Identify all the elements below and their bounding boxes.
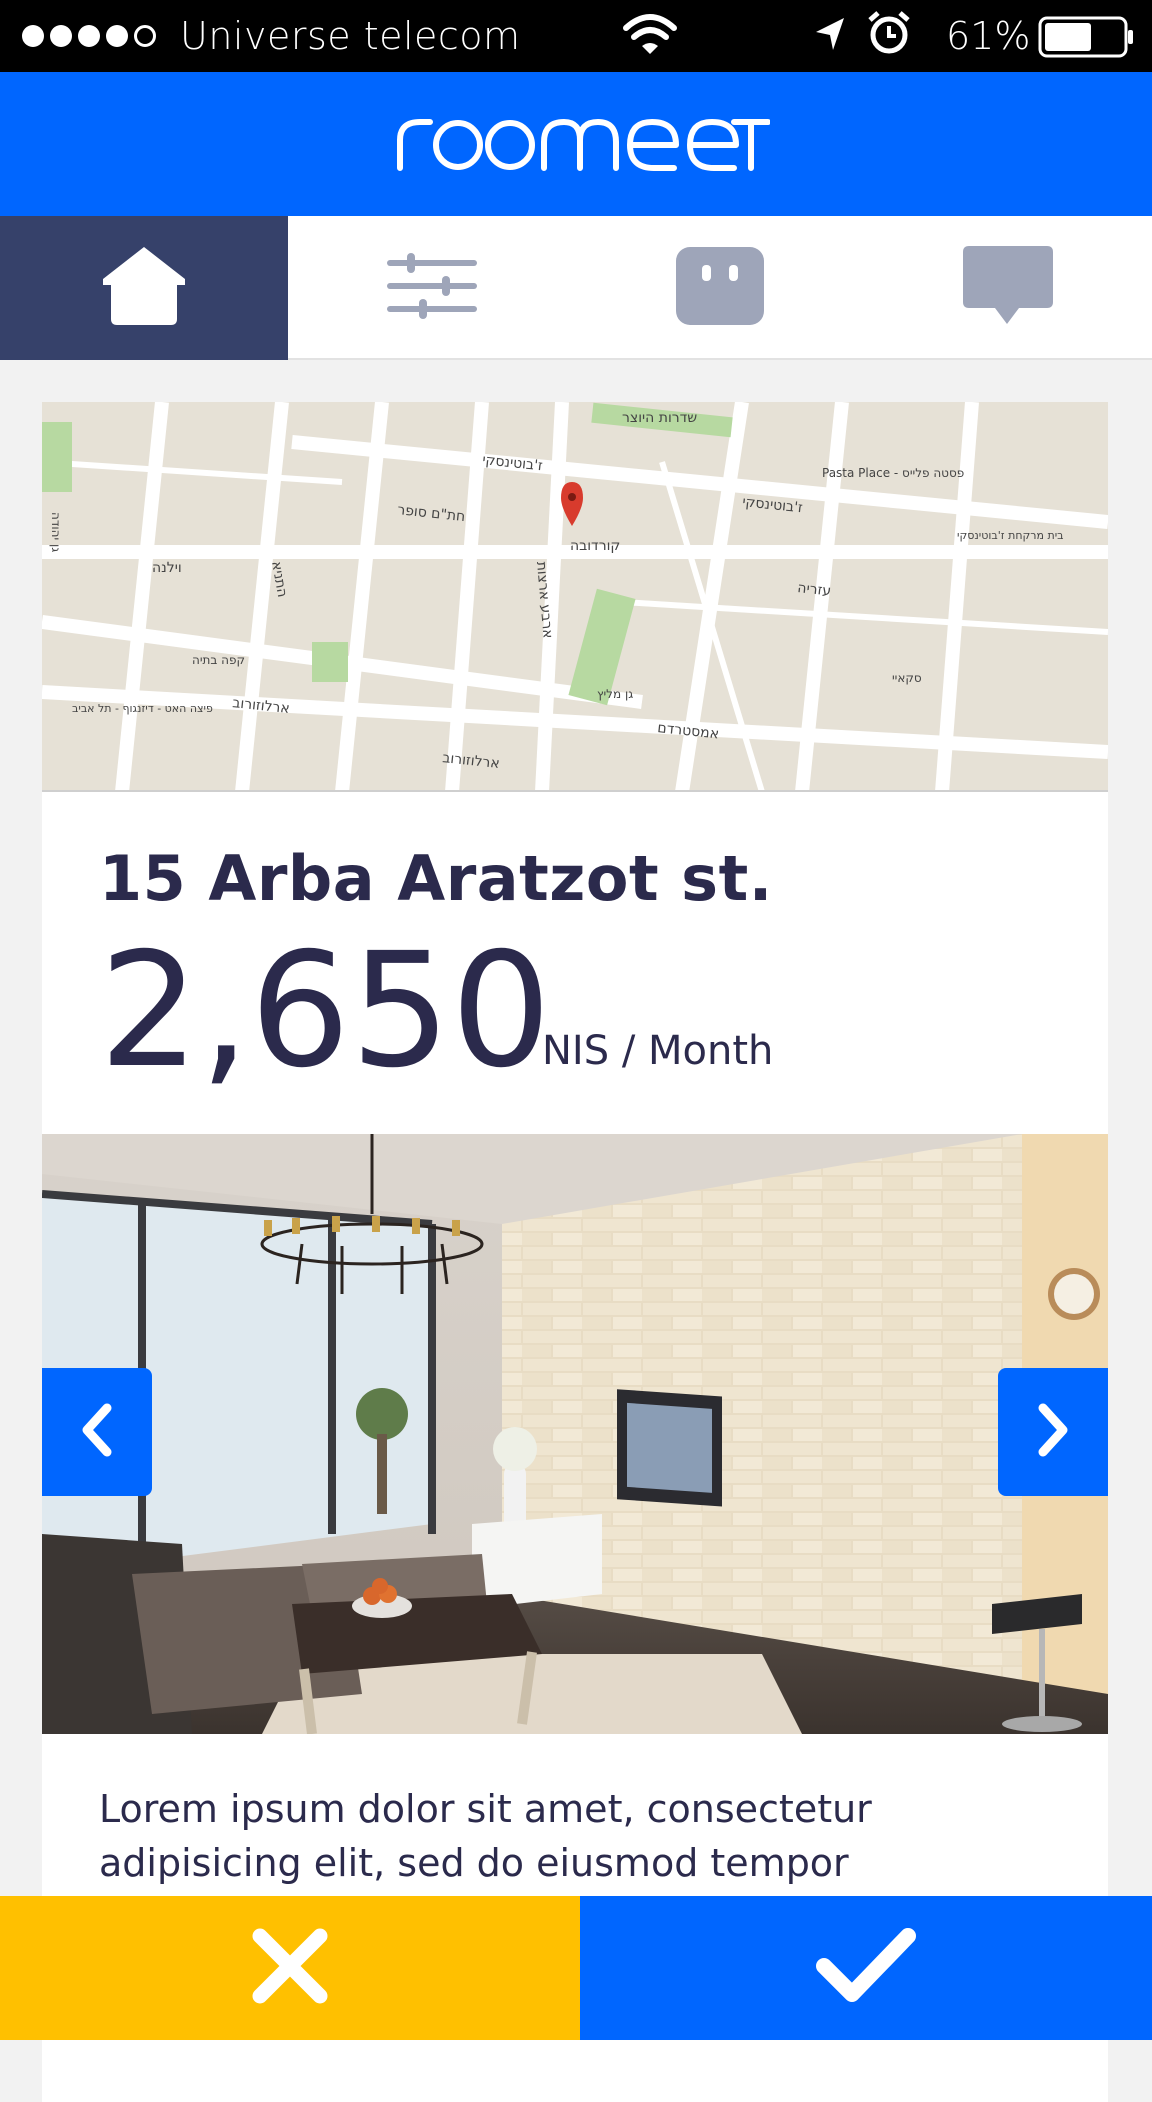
signal-dot: [106, 25, 128, 47]
map-poi: גן יהודה: [49, 512, 63, 552]
map-label: שדרות היוצר: [622, 410, 697, 426]
map-poi: סקאיי: [892, 671, 922, 685]
map-poi: קפה בתיה: [192, 653, 245, 667]
map-label: קורדובה: [570, 538, 620, 554]
reject-button[interactable]: [0, 1896, 580, 2040]
app-header: [0, 72, 1152, 216]
signal-dot: [22, 25, 44, 47]
listing-description: Lorem ipsum dolor sit amet, consectetur …: [99, 1787, 872, 1885]
carrier-name: Universe telecom: [180, 14, 521, 58]
signal-strength-indicator: [22, 25, 162, 47]
status-bar: Universe telecom 61%: [0, 0, 1152, 72]
listing-card: שדרות היוצר ז'בוטינסקי ז'בוטינסקי חת"ם ס…: [42, 402, 1108, 2102]
map-poi: בית מרקחת ז'בוטינסקי: [957, 529, 1064, 542]
action-bar: [0, 1896, 1152, 2040]
chat-bubble-icon: [961, 244, 1055, 333]
map-poi: Pasta Place - פסטה פלייס: [822, 466, 964, 480]
next-photo-button[interactable]: [998, 1368, 1108, 1496]
wifi-icon: [622, 12, 678, 65]
check-icon: [814, 1926, 918, 2011]
tab-profile[interactable]: [576, 216, 864, 360]
alarm-icon: [866, 10, 912, 65]
price-unit: NIS / Month: [542, 1028, 774, 1074]
chevron-left-icon: [77, 1402, 117, 1463]
chevron-right-icon: [1033, 1402, 1073, 1463]
apartment-photo[interactable]: [42, 1134, 1108, 1734]
tab-home[interactable]: [0, 216, 288, 360]
close-icon: [250, 1926, 330, 2011]
house-icon: [101, 245, 187, 332]
listing-address: 15 Arba Aratzot st.: [99, 842, 773, 915]
battery-icon: [1038, 16, 1136, 67]
signal-dot: [78, 25, 100, 47]
tab-messages[interactable]: [864, 216, 1152, 360]
sliders-icon: [387, 251, 477, 326]
listing-price: 2,650: [99, 919, 552, 1103]
tab-bar: [0, 216, 1152, 360]
roomeet-logo: [394, 112, 771, 177]
previous-photo-button[interactable]: [42, 1368, 152, 1496]
signal-dot: [50, 25, 72, 47]
battery-percentage: 61%: [946, 14, 1031, 58]
map-poi: פיצה האט - דיזנגוף - תל אביב: [72, 702, 213, 715]
signal-dot-empty: [134, 25, 156, 47]
tab-filters[interactable]: [288, 216, 576, 360]
accept-button[interactable]: [580, 1896, 1152, 2040]
face-icon: [674, 245, 766, 332]
map-poi: גן מליץ: [597, 687, 633, 701]
location-map[interactable]: שדרות היוצר ז'בוטינסקי ז'בוטינסקי חת"ם ס…: [42, 402, 1108, 792]
location-arrow-icon: [812, 14, 848, 63]
map-label: וילנה: [152, 560, 182, 576]
